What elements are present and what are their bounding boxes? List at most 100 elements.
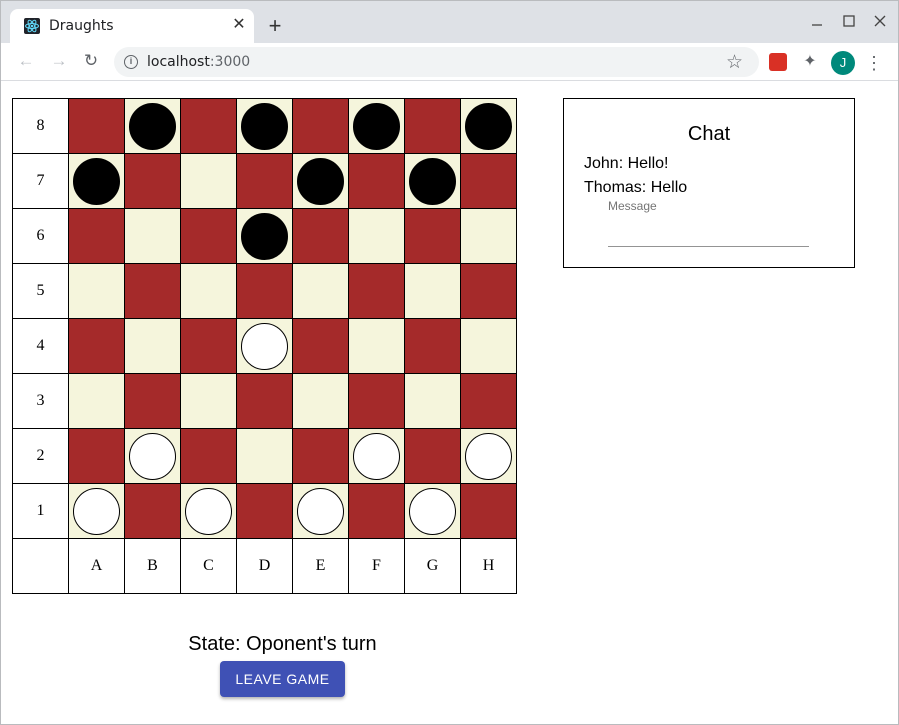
board-square-d1[interactable] [236,483,293,539]
board-square-h4[interactable] [460,318,517,374]
board-square-c5[interactable] [180,263,237,319]
address-bar[interactable]: i localhost:3000 ☆ [114,47,759,77]
black-piece[interactable] [241,212,288,260]
board-square-c1[interactable] [180,483,237,539]
minimize-icon[interactable] [807,11,827,31]
board-square-f3[interactable] [348,373,405,429]
board-square-a5[interactable] [68,263,125,319]
board-square-e1[interactable] [292,483,349,539]
board-square-e3[interactable] [292,373,349,429]
board-square-e6[interactable] [292,208,349,264]
back-arrow-icon[interactable]: ← [16,51,36,71]
board-square-a3[interactable] [68,373,125,429]
board-square-d3[interactable] [236,373,293,429]
board-square-b4[interactable] [124,318,181,374]
board-square-c4[interactable] [180,318,237,374]
black-piece[interactable] [465,102,512,150]
board-square-h5[interactable] [460,263,517,319]
board-square-d4[interactable] [236,318,293,374]
leave-game-button[interactable]: Leave game [220,661,345,697]
board-square-b2[interactable] [124,428,181,484]
close-tab-icon[interactable]: ✕ [230,16,248,34]
black-piece[interactable] [73,157,120,205]
board-square-g5[interactable] [404,263,461,319]
board-square-e2[interactable] [292,428,349,484]
corner-cell [12,538,69,594]
board-square-h1[interactable] [460,483,517,539]
board-square-d2[interactable] [236,428,293,484]
white-piece[interactable] [353,432,400,480]
board-square-f4[interactable] [348,318,405,374]
board-square-h7[interactable] [460,153,517,209]
avatar[interactable]: J [831,51,855,75]
board-square-c8[interactable] [180,98,237,154]
more-menu-icon[interactable]: ⋮ [865,52,883,74]
info-icon[interactable]: i [124,55,138,69]
black-piece[interactable] [129,102,176,150]
board-square-h8[interactable] [460,98,517,154]
board-square-f2[interactable] [348,428,405,484]
reload-icon[interactable]: ↻ [81,51,101,71]
board-square-h3[interactable] [460,373,517,429]
board-square-g8[interactable] [404,98,461,154]
board-square-g2[interactable] [404,428,461,484]
black-piece[interactable] [297,157,344,205]
white-piece[interactable] [409,487,456,535]
black-piece[interactable] [409,157,456,205]
close-window-icon[interactable] [870,11,890,31]
board-square-c7[interactable] [180,153,237,209]
tab-draughts[interactable]: Draughts ✕ [10,9,254,43]
black-piece[interactable] [353,102,400,150]
board-square-d8[interactable] [236,98,293,154]
board-square-b5[interactable] [124,263,181,319]
board-square-g3[interactable] [404,373,461,429]
board-square-a1[interactable] [68,483,125,539]
board-square-c2[interactable] [180,428,237,484]
board-square-d6[interactable] [236,208,293,264]
board-square-g4[interactable] [404,318,461,374]
new-tab-icon[interactable]: + [264,15,286,37]
white-piece[interactable] [465,432,512,480]
black-piece[interactable] [241,102,288,150]
board-square-a2[interactable] [68,428,125,484]
board-square-b7[interactable] [124,153,181,209]
bookmark-star-icon[interactable]: ☆ [726,51,743,74]
board-square-e5[interactable] [292,263,349,319]
puzzle-icon[interactable]: ✦ [801,53,819,71]
board-square-b3[interactable] [124,373,181,429]
white-piece[interactable] [73,487,120,535]
board-square-d7[interactable] [236,153,293,209]
board-square-h2[interactable] [460,428,517,484]
white-piece[interactable] [297,487,344,535]
board-square-c3[interactable] [180,373,237,429]
board-square-e4[interactable] [292,318,349,374]
board-square-d5[interactable] [236,263,293,319]
board-square-g6[interactable] [404,208,461,264]
board-square-e8[interactable] [292,98,349,154]
maximize-icon[interactable] [839,11,859,31]
board-square-f6[interactable] [348,208,405,264]
board-square-h6[interactable] [460,208,517,264]
board-square-b1[interactable] [124,483,181,539]
board-square-g1[interactable] [404,483,461,539]
board-square-g7[interactable] [404,153,461,209]
board-square-a8[interactable] [68,98,125,154]
message-input-label: Message [608,199,657,213]
board-square-b8[interactable] [124,98,181,154]
white-piece[interactable] [185,487,232,535]
forward-arrow-icon[interactable]: → [49,51,69,71]
board-square-f5[interactable] [348,263,405,319]
board-square-a4[interactable] [68,318,125,374]
message-input[interactable] [608,213,809,247]
board-square-f1[interactable] [348,483,405,539]
board-square-b6[interactable] [124,208,181,264]
white-piece[interactable] [129,432,176,480]
board-square-c6[interactable] [180,208,237,264]
extension-icon[interactable] [769,53,787,71]
board-square-e7[interactable] [292,153,349,209]
white-piece[interactable] [241,322,288,370]
board-square-f7[interactable] [348,153,405,209]
board-square-a7[interactable] [68,153,125,209]
board-square-a6[interactable] [68,208,125,264]
board-square-f8[interactable] [348,98,405,154]
